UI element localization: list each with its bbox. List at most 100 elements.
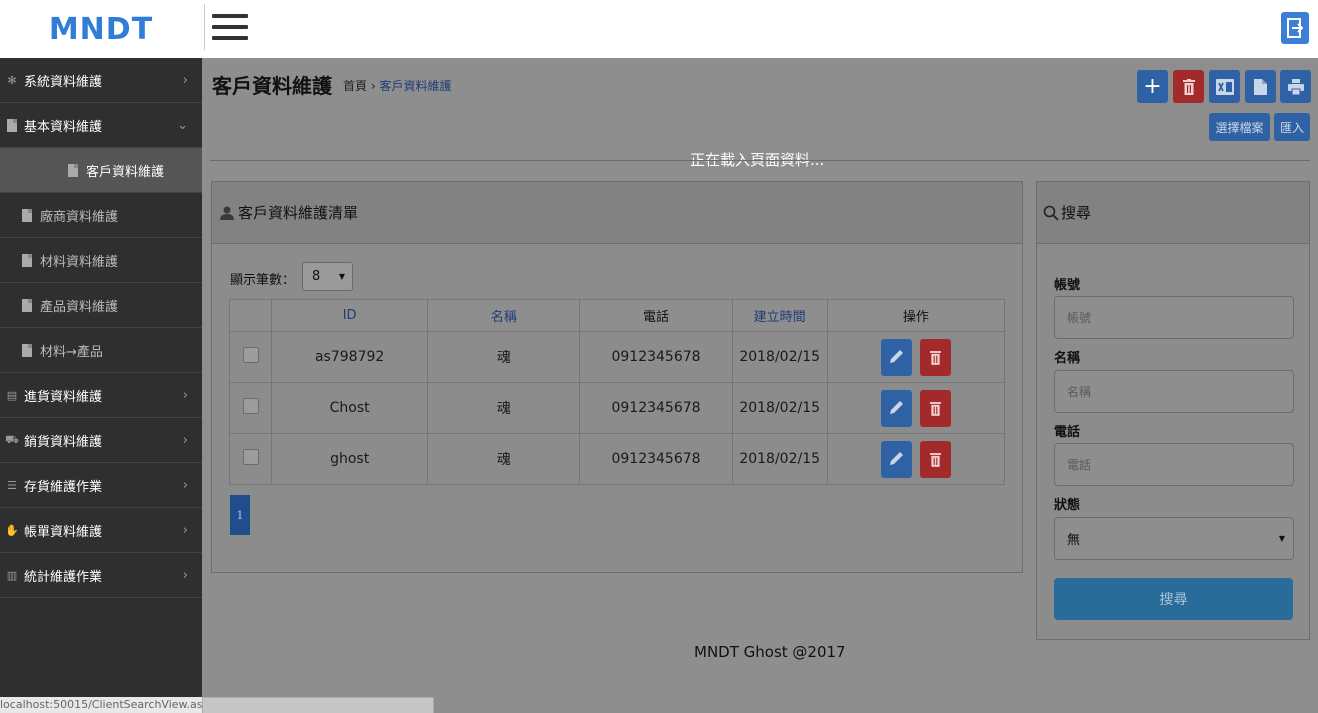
column-phone: 電話 xyxy=(579,299,733,332)
topbar-divider xyxy=(204,4,205,50)
sidebar-item-label: 材料→產品 xyxy=(40,344,103,360)
delete-button[interactable] xyxy=(1173,70,1204,103)
search-icon xyxy=(1043,205,1059,221)
sidebar-item-system[interactable]: ✻ 系統資料維護 › xyxy=(0,58,202,103)
cell-phone: 0912345678 xyxy=(579,382,733,434)
panel-title: 搜尋 xyxy=(1061,204,1092,222)
table-row: ghost 魂 0912345678 2018/02/15 xyxy=(228,433,1006,485)
file-icon xyxy=(22,298,32,312)
sidebar-item-sales[interactable]: ⛟ 銷貨資料維護 › xyxy=(0,418,202,463)
print-button[interactable] xyxy=(1280,70,1311,103)
account-input[interactable]: 帳號 xyxy=(1054,296,1294,339)
sidebar-item-label: 客戶資料維護 xyxy=(86,164,165,180)
add-button[interactable]: + xyxy=(1137,70,1168,103)
cell-id: Chost xyxy=(271,382,429,434)
sidebar-item-label: 廠商資料維護 xyxy=(40,209,119,225)
edit-button[interactable] xyxy=(880,389,912,427)
cell-phone: 0912345678 xyxy=(579,331,733,383)
chevron-right-icon: › xyxy=(182,477,188,493)
row-checkbox[interactable] xyxy=(242,398,259,414)
sidebar-item-client[interactable]: 客戶資料維護 xyxy=(0,148,202,193)
name-input[interactable]: 名稱 xyxy=(1054,370,1294,413)
page-size-label: 顯示筆數： xyxy=(230,273,296,288)
name-label: 名稱 xyxy=(1054,351,1081,366)
pencil-icon xyxy=(890,401,904,414)
status-select[interactable]: 無 ▼ xyxy=(1054,517,1294,560)
column-created[interactable]: 建立時間 xyxy=(731,299,828,332)
sidebar-item-label: 系統資料維護 xyxy=(24,74,103,90)
sidebar-item-label: 基本資料維護 xyxy=(24,119,103,135)
footer-text: MNDT Ghost @2017 xyxy=(694,643,846,661)
column-name[interactable]: 名稱 xyxy=(427,299,581,332)
delete-row-button[interactable] xyxy=(920,440,952,478)
sidebar-item-inventory[interactable]: ☰ 存貨維護作業 › xyxy=(0,463,202,508)
sidebar-item-stats[interactable]: ▥ 統計維護作業 › xyxy=(0,553,202,598)
handshake-icon: ✋ xyxy=(5,523,19,537)
sidebar-item-material[interactable]: 材料資料維護 xyxy=(0,238,202,283)
row-checkbox[interactable] xyxy=(242,449,259,465)
pencil-icon xyxy=(890,452,904,465)
status-bar-extension xyxy=(202,697,434,713)
trash-icon xyxy=(930,452,942,467)
sidebar-item-basic[interactable]: 基本資料維護 ⌄ xyxy=(0,103,202,148)
sidebar-item-purchase[interactable]: ▤ 進貨資料維護 › xyxy=(0,373,202,418)
row-checkbox[interactable] xyxy=(242,347,259,363)
truck-icon: ⛟ xyxy=(5,432,19,446)
caret-down-icon: ▼ xyxy=(338,272,345,281)
menu-toggle-icon[interactable] xyxy=(212,14,248,44)
logout-button[interactable] xyxy=(1281,12,1309,44)
sidebar-item-label: 材料資料維護 xyxy=(40,254,119,270)
cell-created: 2018/02/15 xyxy=(731,331,828,383)
sidebar-item-vendor[interactable]: 廠商資料維護 xyxy=(0,193,202,238)
select-file-button[interactable]: 選擇檔案 xyxy=(1209,113,1270,141)
gear-icon: ✻ xyxy=(7,73,17,87)
divider xyxy=(210,160,1310,161)
chevron-right-icon: › xyxy=(182,72,188,88)
sidebar-item-product[interactable]: 產品資料維護 xyxy=(0,283,202,328)
file-icon xyxy=(1254,78,1267,95)
import-button[interactable]: 匯入 xyxy=(1274,113,1310,141)
status-label: 狀態 xyxy=(1054,498,1081,513)
breadcrumb: 首頁 › 客戶資料維護 xyxy=(343,77,452,94)
logo[interactable]: MNDT xyxy=(0,0,202,58)
cell-created: 2018/02/15 xyxy=(731,382,828,434)
inbox-icon: ▤ xyxy=(6,388,18,402)
phone-input[interactable]: 電話 xyxy=(1054,443,1294,486)
delete-row-button[interactable] xyxy=(920,338,952,376)
sidebar-item-label: 帳單資料維護 xyxy=(24,524,103,540)
table-row: Chost 魂 0912345678 2018/02/15 xyxy=(228,382,1006,434)
trash-icon xyxy=(930,350,942,365)
status-value: 無 xyxy=(1067,533,1081,548)
file-icon xyxy=(6,118,18,132)
status-url: localhost:50015/ClientSearchView.aspx xyxy=(0,697,202,713)
table-row: as798792 魂 0912345678 2018/02/15 xyxy=(228,331,1006,383)
search-button[interactable]: 搜尋 xyxy=(1054,578,1293,620)
sidebar-item-material-product[interactable]: 材料→產品 xyxy=(0,328,202,373)
delete-row-button[interactable] xyxy=(920,389,952,427)
column-id[interactable]: ID xyxy=(271,299,429,332)
breadcrumb-separator: › xyxy=(370,79,376,93)
cell-name: 魂 xyxy=(427,331,581,383)
panel-header: 客戶資料維護清單 xyxy=(212,182,1022,244)
sidebar-item-label: 銷貨資料維護 xyxy=(24,434,103,450)
export-excel-button[interactable] xyxy=(1209,70,1240,103)
sidebar-item-billing[interactable]: ✋ 帳單資料維護 › xyxy=(0,508,202,553)
breadcrumb-current[interactable]: 客戶資料維護 xyxy=(379,79,451,93)
edit-button[interactable] xyxy=(880,338,912,376)
export-file-button[interactable] xyxy=(1245,70,1276,103)
file-icon xyxy=(22,253,32,267)
panel-header: 搜尋 xyxy=(1037,182,1309,244)
breadcrumb-home[interactable]: 首頁 xyxy=(343,79,367,93)
sidebar-item-label: 存貨維護作業 xyxy=(24,479,103,495)
phone-label: 電話 xyxy=(1054,425,1081,440)
file-icon xyxy=(68,163,78,177)
pagination-page-1[interactable]: 1 xyxy=(230,495,250,535)
table-header-row: ID 名稱 電話 建立時間 操作 xyxy=(228,299,1006,332)
sidebar: ✻ 系統資料維護 › 基本資料維護 ⌄ 客戶資料維護 廠商資料維護 材料資料維護… xyxy=(0,58,202,713)
column-actions: 操作 xyxy=(826,299,1006,332)
edit-button[interactable] xyxy=(880,440,912,478)
stats-icon: ▥ xyxy=(6,568,18,582)
user-icon xyxy=(220,206,234,220)
sidebar-item-label: 進貨資料維護 xyxy=(24,389,103,405)
page-size-select[interactable]: 8 ▼ xyxy=(302,262,353,291)
